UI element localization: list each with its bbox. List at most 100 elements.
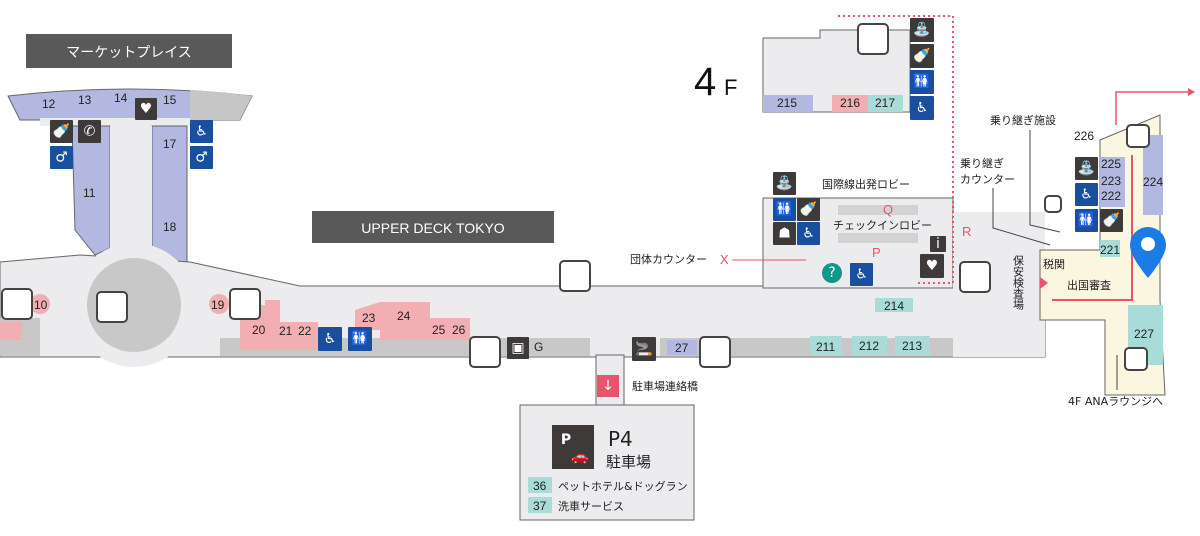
shop-213-label[interactable]: 213 xyxy=(902,339,922,353)
ana-lounge-label[interactable]: 4F ANAラウンジへ xyxy=(1068,395,1163,408)
immigration-label[interactable]: 出国審査 xyxy=(1067,278,1111,292)
elevator-icon[interactable]: ⇅ xyxy=(1044,195,1062,213)
shop-214-label[interactable]: 214 xyxy=(884,299,904,313)
shop-226-label[interactable]: 226 xyxy=(1074,129,1094,143)
shop-12-label[interactable]: 12 xyxy=(42,97,56,111)
parking-name: 駐車場 xyxy=(606,453,651,471)
information-icon[interactable]: ? xyxy=(822,263,842,283)
svg-text:🚻: 🚻 xyxy=(913,73,930,90)
restroom-icon[interactable]: 🚻 xyxy=(348,327,372,351)
smoking-room-icon[interactable]: 🚬 xyxy=(632,337,656,361)
transfer-counter-label-2[interactable]: カウンター xyxy=(960,173,1015,186)
nursing-room-icon[interactable]: 🍼 xyxy=(797,198,820,221)
shop-221-label[interactable]: 221 xyxy=(1100,243,1120,257)
upper-deck-label[interactable]: UPPER DECK TOKYO xyxy=(361,220,505,236)
locker-icon[interactable]: ▣ xyxy=(507,337,529,359)
transfer-facility-label[interactable]: 乗り継ぎ施設 xyxy=(990,113,1056,127)
elevator-icon[interactable]: ⇅ xyxy=(469,336,501,368)
parking-bridge-label[interactable]: 駐車場連絡橋 xyxy=(632,379,698,393)
shop-11-label[interactable]: 11 xyxy=(83,186,96,200)
shop-20-label[interactable]: 20 xyxy=(252,323,266,337)
shop-224-label[interactable]: 224 xyxy=(1143,175,1163,189)
svg-text:♿: ♿ xyxy=(195,124,208,140)
shop-217-label[interactable]: 217 xyxy=(875,96,895,110)
intl-departure-lobby-label[interactable]: 国際線出発ロビー xyxy=(822,177,910,191)
elevator-icon[interactable]: ⇅ xyxy=(559,260,591,292)
shop-17-label[interactable]: 17 xyxy=(163,137,177,151)
counter-p: P xyxy=(872,245,881,260)
restroom-icon[interactable]: 🚻 xyxy=(910,70,934,94)
accessible-restroom-icon[interactable]: ♿ xyxy=(850,263,873,286)
svg-text:♿: ♿ xyxy=(324,331,337,347)
drinking-fountain-icon[interactable]: ⛲ xyxy=(910,18,934,42)
svg-text:P: P xyxy=(561,432,571,448)
elevator-icon[interactable]: ⇅ xyxy=(96,291,128,323)
checkin-counters-bottom xyxy=(838,233,918,243)
elevator-icon[interactable]: ⇅ xyxy=(699,336,731,368)
parking-code: P4 xyxy=(608,427,633,451)
svg-text:🚻: 🚻 xyxy=(776,201,793,218)
shop-211-label[interactable]: 211 xyxy=(816,340,835,354)
restroom-icon[interactable]: 🚻 xyxy=(1075,209,1098,232)
shop-25-label[interactable]: 25 xyxy=(432,323,446,337)
shop-222-label[interactable]: 222 xyxy=(1101,189,1121,203)
nursing-room-icon[interactable]: 🍼 xyxy=(910,44,934,68)
counter-x: X xyxy=(720,252,729,267)
phone-icon[interactable]: ✆ xyxy=(78,120,101,143)
counter-q: Q xyxy=(883,202,893,217)
accessible-restroom-icon[interactable]: ♿ xyxy=(1075,183,1098,206)
svg-text:♂: ♂ xyxy=(195,150,208,166)
shop-10-label[interactable]: 10 xyxy=(34,298,48,312)
shop-21-label[interactable]: 21 xyxy=(279,324,293,338)
parking-service-36-number: 36 xyxy=(533,479,547,493)
restroom-icon[interactable]: ♂ xyxy=(190,146,213,169)
nursing-room-icon[interactable]: 🍼 xyxy=(50,120,73,143)
checkin-lobby-label[interactable]: チェックインロビー xyxy=(833,219,932,232)
customs-label[interactable]: 税関 xyxy=(1043,257,1065,271)
shop-23-label[interactable]: 23 xyxy=(362,311,376,325)
marketplace-label[interactable]: マーケットプレイス xyxy=(66,45,192,61)
drinking-fountain-icon[interactable]: ⛲ xyxy=(773,172,796,195)
accessible-restroom-icon[interactable]: ♿ xyxy=(318,327,342,351)
shop-14-label[interactable]: 14 xyxy=(114,91,128,105)
elevator-icon[interactable]: ⇅ xyxy=(1,288,33,320)
information-icon[interactable]: i xyxy=(930,236,946,252)
shop-24-label[interactable]: 24 xyxy=(397,309,411,323)
shop-225-label[interactable]: 225 xyxy=(1101,157,1121,171)
restroom-icon[interactable]: ♂ xyxy=(50,146,73,169)
svg-text:♿: ♿ xyxy=(855,267,868,283)
restroom-icon[interactable]: 🚻 xyxy=(773,198,796,221)
svg-text:⇅: ⇅ xyxy=(1047,196,1059,212)
elevator-icon[interactable]: ⇅ xyxy=(857,23,889,55)
aed-icon[interactable]: ♥ xyxy=(135,98,157,120)
shop-27-label[interactable]: 27 xyxy=(675,341,689,355)
elevator-icon[interactable]: ⇅ xyxy=(959,261,991,293)
svg-text:⛲: ⛲ xyxy=(913,21,930,38)
elevator-icon[interactable]: ⇅ xyxy=(1126,124,1150,148)
transfer-counter-label-1[interactable]: 乗り継ぎ xyxy=(960,156,1004,170)
shop-13-label[interactable]: 13 xyxy=(78,93,92,107)
shop-223-label[interactable]: 223 xyxy=(1101,174,1121,188)
shop-19-label[interactable]: 19 xyxy=(211,298,225,312)
parking-service-37-name[interactable]: 洗車サービス xyxy=(558,499,624,513)
group-counter-label[interactable]: 団体カウンター xyxy=(630,252,707,266)
accessible-restroom-icon[interactable]: ♿ xyxy=(910,96,934,120)
elevator-icon[interactable]: ⇅ xyxy=(1124,347,1148,371)
drinking-fountain-icon[interactable]: ⛲ xyxy=(1075,157,1098,180)
shop-22-label[interactable]: 22 xyxy=(298,324,312,338)
accessible-restroom-icon[interactable]: ♿ xyxy=(190,120,213,143)
prayer-room-icon[interactable]: ☗ xyxy=(773,222,796,245)
parking-service-36-name[interactable]: ペットホテル&ドッグラン xyxy=(558,479,688,493)
accessible-restroom-icon[interactable]: ♿ xyxy=(797,222,820,245)
security-check-label[interactable]: 保安検査場 xyxy=(1012,254,1025,311)
shop-15-label[interactable]: 15 xyxy=(163,93,177,107)
shop-227-label[interactable]: 227 xyxy=(1134,327,1154,341)
aed-icon[interactable]: ♥ xyxy=(920,254,944,278)
elevator-icon[interactable]: ⇅ xyxy=(229,288,261,320)
shop-215-label[interactable]: 215 xyxy=(777,96,797,110)
shop-212-label[interactable]: 212 xyxy=(859,339,879,353)
shop-26-label[interactable]: 26 xyxy=(452,323,466,337)
shop-18-label[interactable]: 18 xyxy=(163,220,177,234)
nursing-room-icon[interactable]: 🍼 xyxy=(1100,209,1123,232)
shop-216-label[interactable]: 216 xyxy=(840,96,860,110)
